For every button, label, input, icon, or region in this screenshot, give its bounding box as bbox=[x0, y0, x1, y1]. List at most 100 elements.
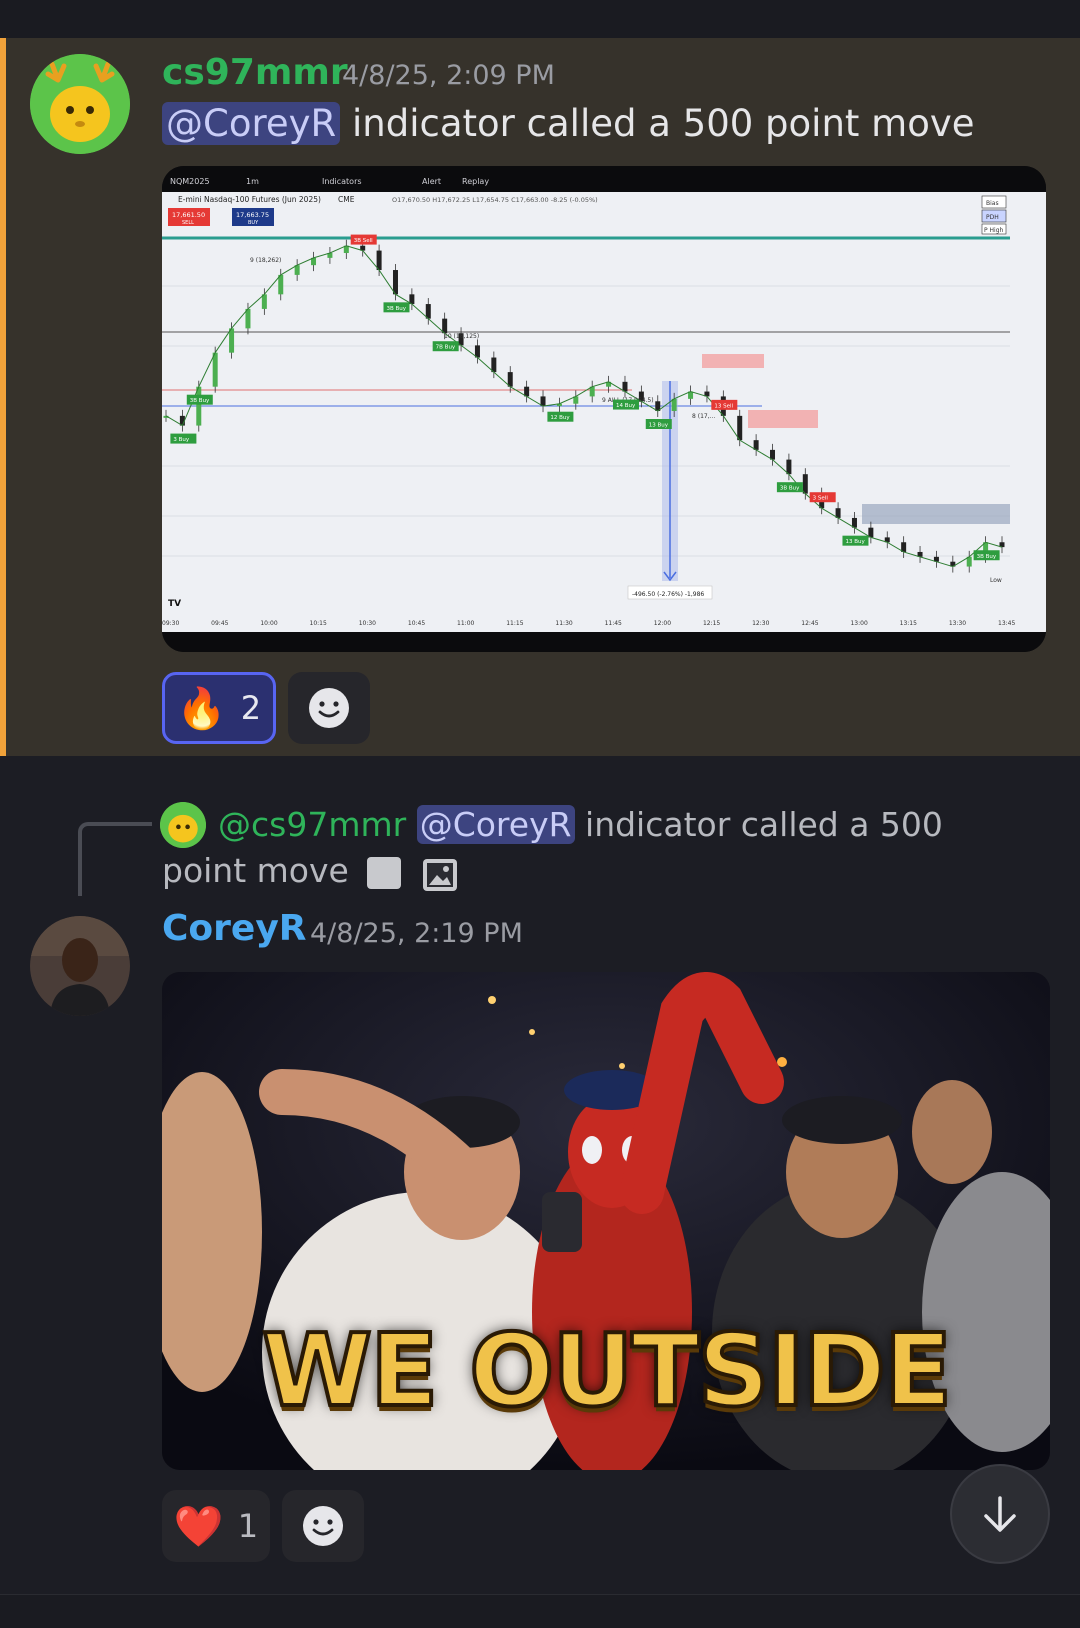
signal-label: 14 Buy bbox=[616, 403, 636, 409]
candle bbox=[392, 270, 398, 295]
side-label: Low bbox=[990, 577, 1002, 584]
measure-label: -496.50 (-2.76%) -1,986 bbox=[632, 591, 704, 598]
time-tick-label: 13:30 bbox=[949, 620, 966, 627]
reaction-heart[interactable]: ❤️ 1 bbox=[162, 1490, 270, 1562]
signal-label: 7B Buy bbox=[436, 345, 456, 351]
candle bbox=[212, 352, 218, 387]
price-chart: NQM2025 1m Indicators Alert Replay E-min… bbox=[162, 166, 1046, 652]
tradingview-logo-icon: TV bbox=[168, 599, 181, 609]
username[interactable]: CoreyR bbox=[162, 908, 307, 949]
toolbar-indicators[interactable]: Indicators bbox=[322, 177, 362, 186]
candle bbox=[802, 474, 808, 494]
side-label: PDH bbox=[986, 214, 999, 221]
bottom-bar bbox=[0, 1594, 1080, 1628]
candle bbox=[245, 308, 251, 329]
time-tick-label: 11:45 bbox=[605, 620, 622, 627]
arrow-down-icon bbox=[984, 1496, 1016, 1532]
gif-attachment[interactable]: WE OUTSIDE bbox=[162, 972, 1050, 1470]
sell-price: 17,661.50 bbox=[172, 211, 205, 219]
reply-connector bbox=[78, 822, 152, 896]
sell-zone bbox=[748, 410, 818, 428]
time-tick-label: 13:00 bbox=[850, 620, 867, 627]
timestamp: 4/8/25, 2:19 PM bbox=[310, 918, 523, 949]
time-tick-label: 12:15 bbox=[703, 620, 720, 627]
deer-avatar-icon bbox=[30, 54, 130, 154]
toolbar-symbol[interactable]: NQM2025 bbox=[170, 177, 210, 186]
time-tick-label: 12:45 bbox=[801, 620, 818, 627]
signal-label: 3 Buy bbox=[173, 437, 190, 443]
username[interactable]: cs97mmr bbox=[162, 52, 348, 93]
sell-zone bbox=[702, 354, 764, 368]
time-tick-label: 11:15 bbox=[506, 620, 523, 627]
time-tick-label: 10:30 bbox=[359, 620, 376, 627]
time-tick-label: 12:00 bbox=[654, 620, 671, 627]
reaction-count: 1 bbox=[237, 1507, 259, 1545]
toolbar-replay[interactable]: Replay bbox=[462, 177, 489, 186]
signal-label: 3B Sell bbox=[354, 238, 373, 244]
image-icon bbox=[367, 856, 458, 891]
sell-label: SELL bbox=[182, 220, 194, 226]
time-tick-label: 12:30 bbox=[752, 620, 769, 627]
chart-attachment[interactable]: NQM2025 1m Indicators Alert Replay E-min… bbox=[162, 166, 1046, 652]
price-axis bbox=[1010, 192, 1046, 632]
candle bbox=[737, 415, 743, 441]
candle bbox=[376, 250, 382, 271]
signal-label: 13 Buy bbox=[649, 423, 669, 429]
time-axis bbox=[162, 612, 1010, 632]
avatar[interactable] bbox=[30, 916, 130, 1016]
message-text: @CoreyR indicator called a 500 point mov… bbox=[162, 102, 975, 145]
user-mention[interactable]: @CoreyR bbox=[162, 102, 341, 145]
top-bar bbox=[0, 0, 1080, 38]
signal-label: 13 Buy bbox=[845, 539, 865, 545]
level-label: 8 (17,... bbox=[692, 413, 715, 420]
user-mention[interactable]: @CoreyR bbox=[416, 805, 575, 844]
user-photo-avatar-icon bbox=[30, 916, 130, 1016]
chart-toolbar bbox=[166, 170, 1042, 192]
signal-label: 3 Sell bbox=[813, 496, 829, 502]
side-label: P High bbox=[984, 227, 1004, 234]
add-reaction-button[interactable] bbox=[282, 1490, 364, 1562]
time-tick-label: 10:45 bbox=[408, 620, 425, 627]
time-tick-label: 09:45 bbox=[211, 620, 228, 627]
candle bbox=[278, 274, 284, 295]
side-label: Bias bbox=[986, 200, 999, 207]
consolidation-zone bbox=[862, 504, 1010, 524]
buy-label: BUY bbox=[248, 220, 259, 226]
heart-emoji-icon: ❤️ bbox=[173, 1503, 224, 1550]
reply-username[interactable]: @cs97mmr bbox=[218, 805, 406, 844]
smiley-icon bbox=[303, 1506, 343, 1546]
timestamp: 4/8/25, 2:09 PM bbox=[342, 60, 555, 91]
fire-emoji-icon: 🔥 bbox=[176, 685, 227, 732]
reply-preview[interactable]: @cs97mmr @CoreyR indicator called a 500 … bbox=[162, 802, 982, 894]
signal-label: 3B Buy bbox=[190, 398, 210, 404]
toolbar-interval[interactable]: 1m bbox=[246, 177, 259, 186]
level-label: 9 (18,262) bbox=[250, 257, 281, 264]
time-tick-label: 10:00 bbox=[260, 620, 277, 627]
signal-label: 13 Sell bbox=[714, 403, 733, 409]
signal-label: 12 Buy bbox=[550, 415, 570, 421]
signal-label: 3B Buy bbox=[386, 306, 406, 312]
candle bbox=[229, 328, 235, 353]
chart-title: E-mini Nasdaq-100 Futures (Jun 2025) bbox=[178, 195, 321, 204]
toolbar-alert[interactable]: Alert bbox=[422, 177, 441, 186]
signal-label: 3B Buy bbox=[780, 486, 800, 492]
candle bbox=[196, 386, 202, 426]
time-tick-label: 11:30 bbox=[555, 620, 572, 627]
buy-price: 17,663.75 bbox=[236, 211, 269, 219]
gif-caption: WE OUTSIDE bbox=[260, 1310, 954, 1431]
time-tick-label: 13:45 bbox=[998, 620, 1015, 627]
level-label: 10 (18,125) bbox=[444, 333, 479, 340]
time-tick-label: 10:15 bbox=[310, 620, 327, 627]
signal-label: 3B Buy bbox=[977, 554, 997, 560]
jump-to-bottom-button[interactable] bbox=[950, 1464, 1050, 1564]
smiley-icon bbox=[309, 688, 349, 728]
plot-area bbox=[162, 192, 1010, 632]
time-tick-label: 09:30 bbox=[162, 620, 179, 627]
time-tick-label: 11:00 bbox=[457, 620, 474, 627]
reaction-fire[interactable]: 🔥 2 bbox=[162, 672, 276, 744]
avatar[interactable] bbox=[30, 54, 130, 154]
time-tick-label: 13:15 bbox=[900, 620, 917, 627]
add-reaction-button[interactable] bbox=[288, 672, 370, 744]
chart-exchange: CME bbox=[338, 195, 355, 204]
message-body: indicator called a 500 point move bbox=[352, 102, 975, 145]
